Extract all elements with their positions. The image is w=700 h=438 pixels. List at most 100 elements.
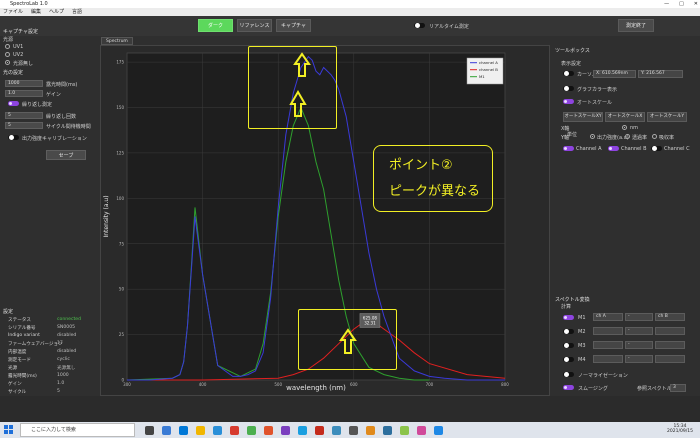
channel-c-toggle[interactable] — [651, 146, 662, 151]
y-tick-label: 175 — [116, 60, 124, 65]
dark-button[interactable]: ダーク — [198, 19, 233, 32]
x-tick-label: 300 — [123, 382, 131, 387]
spectral-transform-header: スペクトル変換 — [555, 297, 590, 303]
autoscale-x-button[interactable]: オートスケールX — [605, 112, 645, 122]
status-value: disabled — [57, 333, 77, 338]
y-opt-absorbance: 吸収率 — [659, 135, 675, 141]
clock-date: 2021/09/15 — [667, 429, 693, 434]
close-icon[interactable]: ✕ — [694, 0, 698, 8]
smoothing-value-input[interactable]: 3 — [670, 384, 686, 392]
source-radio-uv1[interactable] — [5, 44, 10, 49]
taskbar-app-icon[interactable] — [281, 426, 290, 435]
calc-operand-b-select[interactable] — [655, 355, 685, 363]
calibration-toggle[interactable] — [8, 135, 19, 140]
status-value: SN0005 — [57, 325, 76, 330]
autoscale-xy-button[interactable]: オートスケールXY — [563, 112, 603, 122]
normalize-toggle[interactable] — [563, 372, 574, 377]
menu-help[interactable]: ヘルプ — [49, 8, 64, 16]
taskbar-clock[interactable]: 15:34 2021/09/15 — [665, 424, 695, 434]
calc-operand-b-select[interactable] — [655, 327, 685, 335]
y-axis-settings-label: Y軸 — [561, 135, 570, 141]
title-bar: SpectroLab 1.0 — □ ✕ — [0, 0, 700, 8]
taskbar-app-icon[interactable] — [230, 426, 239, 435]
light-source-label: 光源 — [3, 37, 14, 43]
x-unit-radio-nm[interactable] — [622, 125, 627, 130]
taskbar-app-icon[interactable] — [264, 426, 273, 435]
source-radio-uv2[interactable] — [5, 52, 10, 57]
taskbar-app-icon[interactable] — [145, 426, 154, 435]
cursor-x-field: X: 610.569nm — [593, 70, 636, 78]
taskbar-app-icon[interactable] — [332, 426, 341, 435]
calc-row-toggle[interactable] — [563, 343, 574, 348]
calc-row-toggle[interactable] — [563, 315, 574, 320]
status-value: 1000 — [57, 373, 69, 378]
calc-operator-select[interactable]: - — [625, 341, 653, 349]
source-radio-none[interactable] — [5, 60, 10, 65]
gain-input[interactable]: 1.0 — [5, 90, 43, 97]
menu-edit[interactable]: 編集 — [31, 8, 41, 16]
calc-operand-b-select[interactable]: ch B — [655, 313, 685, 321]
status-key: Indigo variant — [8, 333, 40, 338]
calc-operator-select[interactable]: - — [625, 313, 653, 321]
channel-b-toggle[interactable] — [608, 146, 619, 151]
calc-row-toggle[interactable] — [563, 329, 574, 334]
exposure-input[interactable]: 1000 — [5, 80, 43, 87]
taskbar-app-icon[interactable] — [196, 426, 205, 435]
taskbar-app-icon[interactable] — [434, 426, 443, 435]
taskbar-app-icon[interactable] — [417, 426, 426, 435]
taskbar-app-icon[interactable] — [162, 426, 171, 435]
legend: channel A channel B M1 — [466, 57, 504, 85]
taskbar-app-icon[interactable] — [179, 426, 188, 435]
windows-start-icon[interactable] — [4, 425, 14, 435]
taskbar-app-icon[interactable] — [366, 426, 375, 435]
tab-spectrum[interactable]: Spectrum — [101, 37, 133, 45]
taskbar-app-icon[interactable] — [213, 426, 222, 435]
interval-input[interactable]: 5 — [5, 122, 43, 129]
channel-a-toggle[interactable] — [563, 146, 574, 151]
taskbar-app-icon[interactable] — [247, 426, 256, 435]
calc-operand-a-select[interactable] — [593, 355, 623, 363]
y-radio-absorbance[interactable] — [652, 134, 657, 139]
taskbar-app-icon[interactable] — [383, 426, 392, 435]
realtime-toggle[interactable] — [414, 23, 425, 28]
legend-label: channel A — [479, 60, 498, 65]
taskbar-search-input[interactable]: ここに入力して検索 — [20, 423, 135, 437]
taskbar-app-icon[interactable] — [298, 426, 307, 435]
repeat-count-input[interactable]: 5 — [5, 112, 43, 119]
y-tick-label: 150 — [116, 105, 124, 110]
calc-operator-select[interactable]: - — [625, 327, 653, 335]
autoscale-toggle[interactable] — [563, 99, 574, 104]
autoscale-y-button[interactable]: オートスケールY — [647, 112, 687, 122]
status-value: cyclic — [57, 357, 70, 362]
workspace-bottom — [0, 396, 700, 422]
capture-button[interactable]: キャプチャ — [276, 19, 311, 32]
end-measurement-button[interactable]: 測定終了 — [618, 19, 654, 32]
taskbar-app-icon[interactable] — [400, 426, 409, 435]
y-radio-transmittance[interactable] — [625, 134, 630, 139]
menu-file[interactable]: ファイル — [3, 8, 23, 16]
calibration-label: 出力強度キャリブレーション — [22, 136, 87, 142]
y-radio-intensity[interactable] — [590, 134, 595, 139]
maximize-icon[interactable]: □ — [679, 0, 684, 8]
calc-operand-a-select[interactable] — [593, 327, 623, 335]
repeat-toggle[interactable] — [8, 101, 19, 106]
status-key: ファームウェアバージョン — [8, 342, 63, 347]
menu-language[interactable]: 言語 — [72, 8, 82, 16]
calc-row-toggle[interactable] — [563, 357, 574, 362]
calc-operand-a-select[interactable] — [593, 341, 623, 349]
source-label-uv1: UV1 — [13, 44, 24, 50]
reference-button[interactable]: リファレンス — [237, 19, 272, 32]
save-button[interactable]: セーブ — [46, 150, 86, 160]
calc-operator-select[interactable]: - — [625, 355, 653, 363]
taskbar-app-icon[interactable] — [315, 426, 324, 435]
calc-operand-b-select[interactable] — [655, 341, 685, 349]
smoothing-toggle[interactable] — [563, 385, 574, 390]
calc-operand-a-select[interactable]: ch A — [593, 313, 623, 321]
taskbar-app-icon[interactable] — [349, 426, 358, 435]
toolbar — [0, 16, 700, 36]
minimize-icon[interactable]: — — [664, 0, 669, 8]
graph-color-toggle[interactable] — [563, 86, 574, 91]
status-value: 17 — [57, 341, 63, 346]
calc-row-label: M3 — [578, 343, 586, 349]
cursor-toggle[interactable] — [563, 71, 574, 76]
